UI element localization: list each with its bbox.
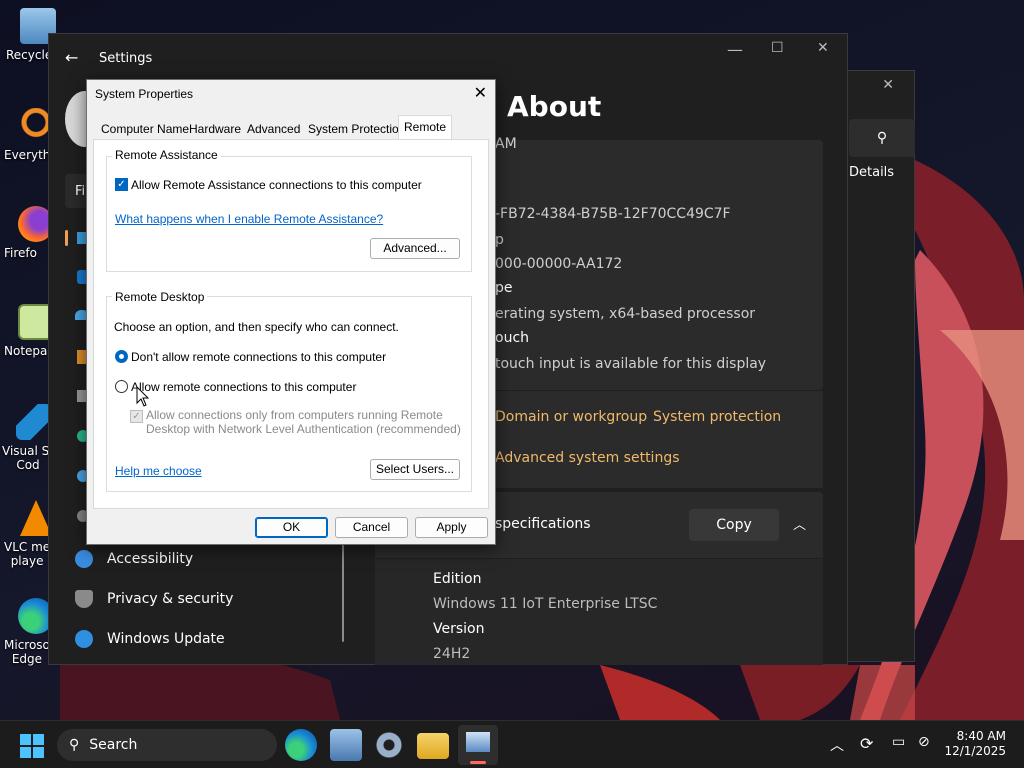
- tab-hardware[interactable]: Hardware: [183, 117, 247, 139]
- remote-desktop-taskbar-icon[interactable]: [330, 729, 362, 761]
- deny-remote-radio[interactable]: [115, 350, 128, 363]
- device-spec-value: erating system, x64-based processor: [495, 306, 756, 322]
- nav-item-label: Accessibility: [107, 551, 194, 567]
- accessibility-icon: [75, 550, 93, 568]
- window-title: Settings: [99, 51, 153, 66]
- system-properties-dialog[interactable]: System Properties ✕ Computer Name Hardwa…: [86, 79, 496, 545]
- taskbar-search-label: Search: [89, 737, 138, 753]
- sync-icon[interactable]: ⟳: [860, 734, 873, 753]
- network-icon[interactable]: ▭: [892, 734, 905, 750]
- windows-spec-title: specifications: [495, 516, 591, 532]
- clock-date: 12/1/2025: [944, 744, 1006, 758]
- remote-assistance-group-title: Remote Assistance: [112, 148, 221, 162]
- taskbar: ⚲ Search ︿ ⟳ ▭ ⊘ 8:40 AM 12/1/2025: [0, 720, 1024, 768]
- search-icon: ⚲: [69, 737, 80, 753]
- advanced-button[interactable]: Advanced...: [370, 238, 460, 259]
- shield-icon: [75, 590, 93, 608]
- windows-logo-icon: [20, 734, 44, 758]
- edge-taskbar-icon[interactable]: [285, 729, 317, 761]
- nav-item-label: Privacy & security: [107, 591, 234, 607]
- system-properties-icon: [466, 732, 490, 752]
- help-me-choose-link[interactable]: Help me choose: [115, 464, 202, 478]
- device-spec-value: AM: [495, 136, 517, 152]
- cancel-button[interactable]: Cancel: [335, 517, 408, 538]
- remote-tab-panel: Remote Assistance ✓ Allow Remote Assista…: [93, 139, 489, 509]
- advanced-system-settings-link[interactable]: Advanced system settings: [495, 450, 680, 466]
- file-explorer-icon[interactable]: [417, 733, 449, 759]
- allow-remote-assistance-checkbox[interactable]: ✓: [115, 178, 128, 191]
- windows-spec-body: Edition Windows 11 IoT Enterprise LTSC V…: [375, 559, 823, 665]
- nla-label-line1: Allow connections only from computers ru…: [146, 408, 443, 422]
- mouse-cursor-icon: [136, 386, 150, 407]
- device-spec-value: touch input is available for this displa…: [495, 356, 767, 372]
- taskbar-search[interactable]: ⚲ Search: [57, 729, 277, 761]
- taskbar-clock[interactable]: 8:40 AM 12/1/2025: [944, 729, 1006, 759]
- settings-gear-icon[interactable]: [373, 729, 405, 761]
- close-icon[interactable]: ✕: [474, 83, 487, 103]
- apply-button[interactable]: Apply: [415, 517, 488, 538]
- desktop-icon-label: Notepa: [4, 344, 48, 358]
- maximize-icon[interactable]: ☐: [771, 40, 784, 56]
- domain-workgroup-link[interactable]: Domain or workgroup: [495, 409, 647, 425]
- update-icon: [75, 630, 93, 648]
- allow-remote-assistance-label[interactable]: Allow Remote Assistance connections to t…: [131, 178, 422, 192]
- tab-advanced[interactable]: Advanced: [241, 117, 306, 139]
- device-spec-label: pe: [495, 280, 513, 296]
- desktop-icon-label: Visual St Cod: [2, 444, 54, 472]
- spec-value-edition: Windows 11 IoT Enterprise LTSC: [433, 596, 658, 612]
- clock-time: 8:40 AM: [956, 729, 1006, 743]
- nav-item-windows-update[interactable]: Windows Update: [75, 622, 225, 656]
- desktop-icon-label: Firefo: [4, 246, 37, 260]
- close-icon[interactable]: ✕: [817, 40, 829, 56]
- back-arrow-icon[interactable]: ←: [65, 48, 78, 67]
- tab-system-protection[interactable]: System Protection: [302, 117, 411, 139]
- device-spec-value: -FB72-4384-B75B-12F70CC49C7F: [495, 206, 731, 222]
- start-button[interactable]: [20, 734, 44, 758]
- nla-checkbox[interactable]: ✓: [130, 410, 143, 423]
- spec-label-edition: Edition: [433, 571, 482, 587]
- nav-item-label: Windows Update: [107, 631, 225, 647]
- device-spec-value: 000-00000-AA172: [495, 256, 623, 272]
- tab-computer-name[interactable]: Computer Name: [95, 117, 195, 139]
- remote-desktop-instruction: Choose an option, and then specify who c…: [114, 320, 399, 334]
- allow-remote-label[interactable]: Allow remote connections to this compute…: [131, 380, 356, 394]
- allow-remote-radio[interactable]: [115, 380, 128, 393]
- chevron-up-icon[interactable]: ︿: [793, 514, 806, 533]
- page-title: About: [507, 90, 602, 123]
- nav-item-privacy[interactable]: Privacy & security: [75, 582, 233, 616]
- device-spec-value: p: [495, 232, 504, 248]
- copy-button[interactable]: Copy: [689, 509, 779, 541]
- remote-assistance-help-link[interactable]: What happens when I enable Remote Assist…: [115, 212, 383, 226]
- active-indicator: [470, 761, 486, 764]
- spec-value-version: 24H2: [433, 646, 471, 662]
- tab-remote[interactable]: Remote: [398, 115, 453, 140]
- close-icon[interactable]: ✕: [882, 77, 894, 93]
- system-properties-taskbar-button[interactable]: [458, 725, 498, 765]
- nav-item-accessibility[interactable]: Accessibility: [75, 542, 193, 576]
- remote-desktop-group-title: Remote Desktop: [112, 290, 208, 304]
- volume-muted-icon[interactable]: ⊘: [918, 734, 930, 750]
- desktop-icon-label: Everyth: [4, 148, 51, 162]
- nav-selected-indicator: [65, 230, 68, 246]
- device-spec-label: ouch: [495, 330, 530, 346]
- dialog-title: System Properties: [95, 87, 194, 101]
- ok-button[interactable]: OK: [255, 517, 328, 538]
- desktop-icon-label: Microso Edge: [4, 638, 50, 666]
- desktop-icon-label: VLC me playe: [4, 540, 51, 568]
- details-tab[interactable]: Details: [849, 165, 894, 180]
- vscode-icon: [16, 404, 52, 440]
- select-users-button[interactable]: Select Users...: [370, 459, 460, 480]
- deny-remote-label[interactable]: Don't allow remote connections to this c…: [131, 350, 386, 364]
- spec-label-version: Version: [433, 621, 485, 637]
- minimize-icon[interactable]: —: [727, 40, 743, 59]
- search-button[interactable]: ⚲: [849, 119, 915, 157]
- chevron-up-icon[interactable]: ︿: [830, 735, 844, 755]
- system-protection-link[interactable]: System protection: [653, 409, 781, 425]
- desktop-icon-label: Recycle: [6, 48, 53, 62]
- nla-label-line2: Desktop with Network Level Authenticatio…: [146, 422, 461, 436]
